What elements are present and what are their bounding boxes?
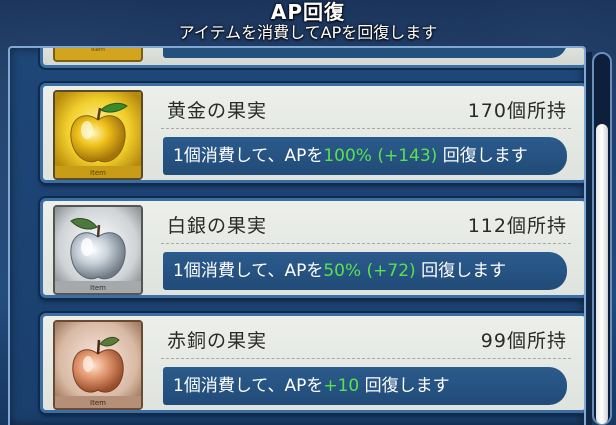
- item-count-value: 112: [467, 215, 507, 237]
- dialog-subtitle: アイテムを消費してAPを回復します: [178, 23, 438, 42]
- item-name: 赤銅の果実: [167, 330, 268, 352]
- effect-amount: 100% (+143): [323, 146, 438, 166]
- item-thumbnail: Item: [53, 320, 143, 410]
- bronze-apple-icon: Item: [55, 322, 141, 408]
- effect-suffix: 回復します: [359, 376, 450, 396]
- dialog-title: AP回復: [270, 0, 346, 24]
- item-count-suffix: 個所持: [506, 215, 567, 237]
- item-count-value: 99: [480, 330, 507, 352]
- item-desc-bar-partial: [163, 48, 567, 58]
- item-count-value: 170: [467, 100, 507, 122]
- thumb-label: Item: [90, 169, 106, 177]
- item-count: 112個所持: [468, 211, 567, 238]
- item-effect-bar: 1個消費して、APを50% (+72) 回復します: [163, 252, 567, 290]
- item-thumbnail: Item: [53, 205, 143, 295]
- item-thumbnail: Item: [53, 90, 143, 180]
- effect-amount: 50% (+72): [323, 261, 416, 281]
- thumb-label: Item: [90, 284, 106, 292]
- golden-apple-icon: Item: [55, 92, 141, 178]
- list-item-bronze-fruit[interactable]: Item 赤銅の果実 99個所持 1個消費して、APを+10 回復します: [40, 313, 584, 413]
- item-name: 白銀の果実: [167, 215, 268, 237]
- effect-suffix: 回復します: [437, 146, 528, 166]
- effect-prefix: 1個消費して、APを: [173, 261, 324, 281]
- divider: [161, 243, 571, 244]
- item-count-suffix: 個所持: [506, 330, 567, 352]
- item-name: 黄金の果実: [167, 100, 268, 122]
- item-list-panel[interactable]: Item Item 黄金の果実 170個所持 1個消費して、APを100% (+…: [8, 46, 586, 425]
- list-item-partial[interactable]: Item: [40, 46, 584, 68]
- effect-amount: +10: [323, 376, 360, 396]
- item-effect-bar: 1個消費して、APを100% (+143) 回復します: [163, 137, 567, 175]
- effect-prefix: 1個消費して、APを: [173, 376, 324, 396]
- item-effect-bar: 1個消費して、APを+10 回復します: [163, 367, 567, 405]
- item-count: 170個所持: [468, 96, 567, 123]
- thumb-label: Item: [91, 46, 105, 53]
- item-count: 99個所持: [481, 326, 567, 353]
- list-item-golden-fruit[interactable]: Item 黄金の果実 170個所持 1個消費して、APを100% (+143) …: [40, 83, 584, 183]
- scrollbar[interactable]: [592, 52, 612, 425]
- dialog-header: AP回復 アイテムを消費してAPを回復します: [0, 0, 616, 46]
- divider: [161, 358, 571, 359]
- silver-apple-icon: Item: [55, 207, 141, 293]
- divider: [161, 128, 571, 129]
- scrollbar-thumb[interactable]: [596, 124, 608, 424]
- thumb-label: Item: [90, 399, 106, 407]
- list-item-silver-fruit[interactable]: Item 白銀の果実 112個所持 1個消費して、APを50% (+72) 回復…: [40, 198, 584, 298]
- effect-suffix: 回復します: [415, 261, 507, 281]
- effect-prefix: 1個消費して、APを: [173, 146, 324, 166]
- item-count-suffix: 個所持: [506, 100, 567, 122]
- item-thumbnail-partial: Item: [53, 46, 143, 62]
